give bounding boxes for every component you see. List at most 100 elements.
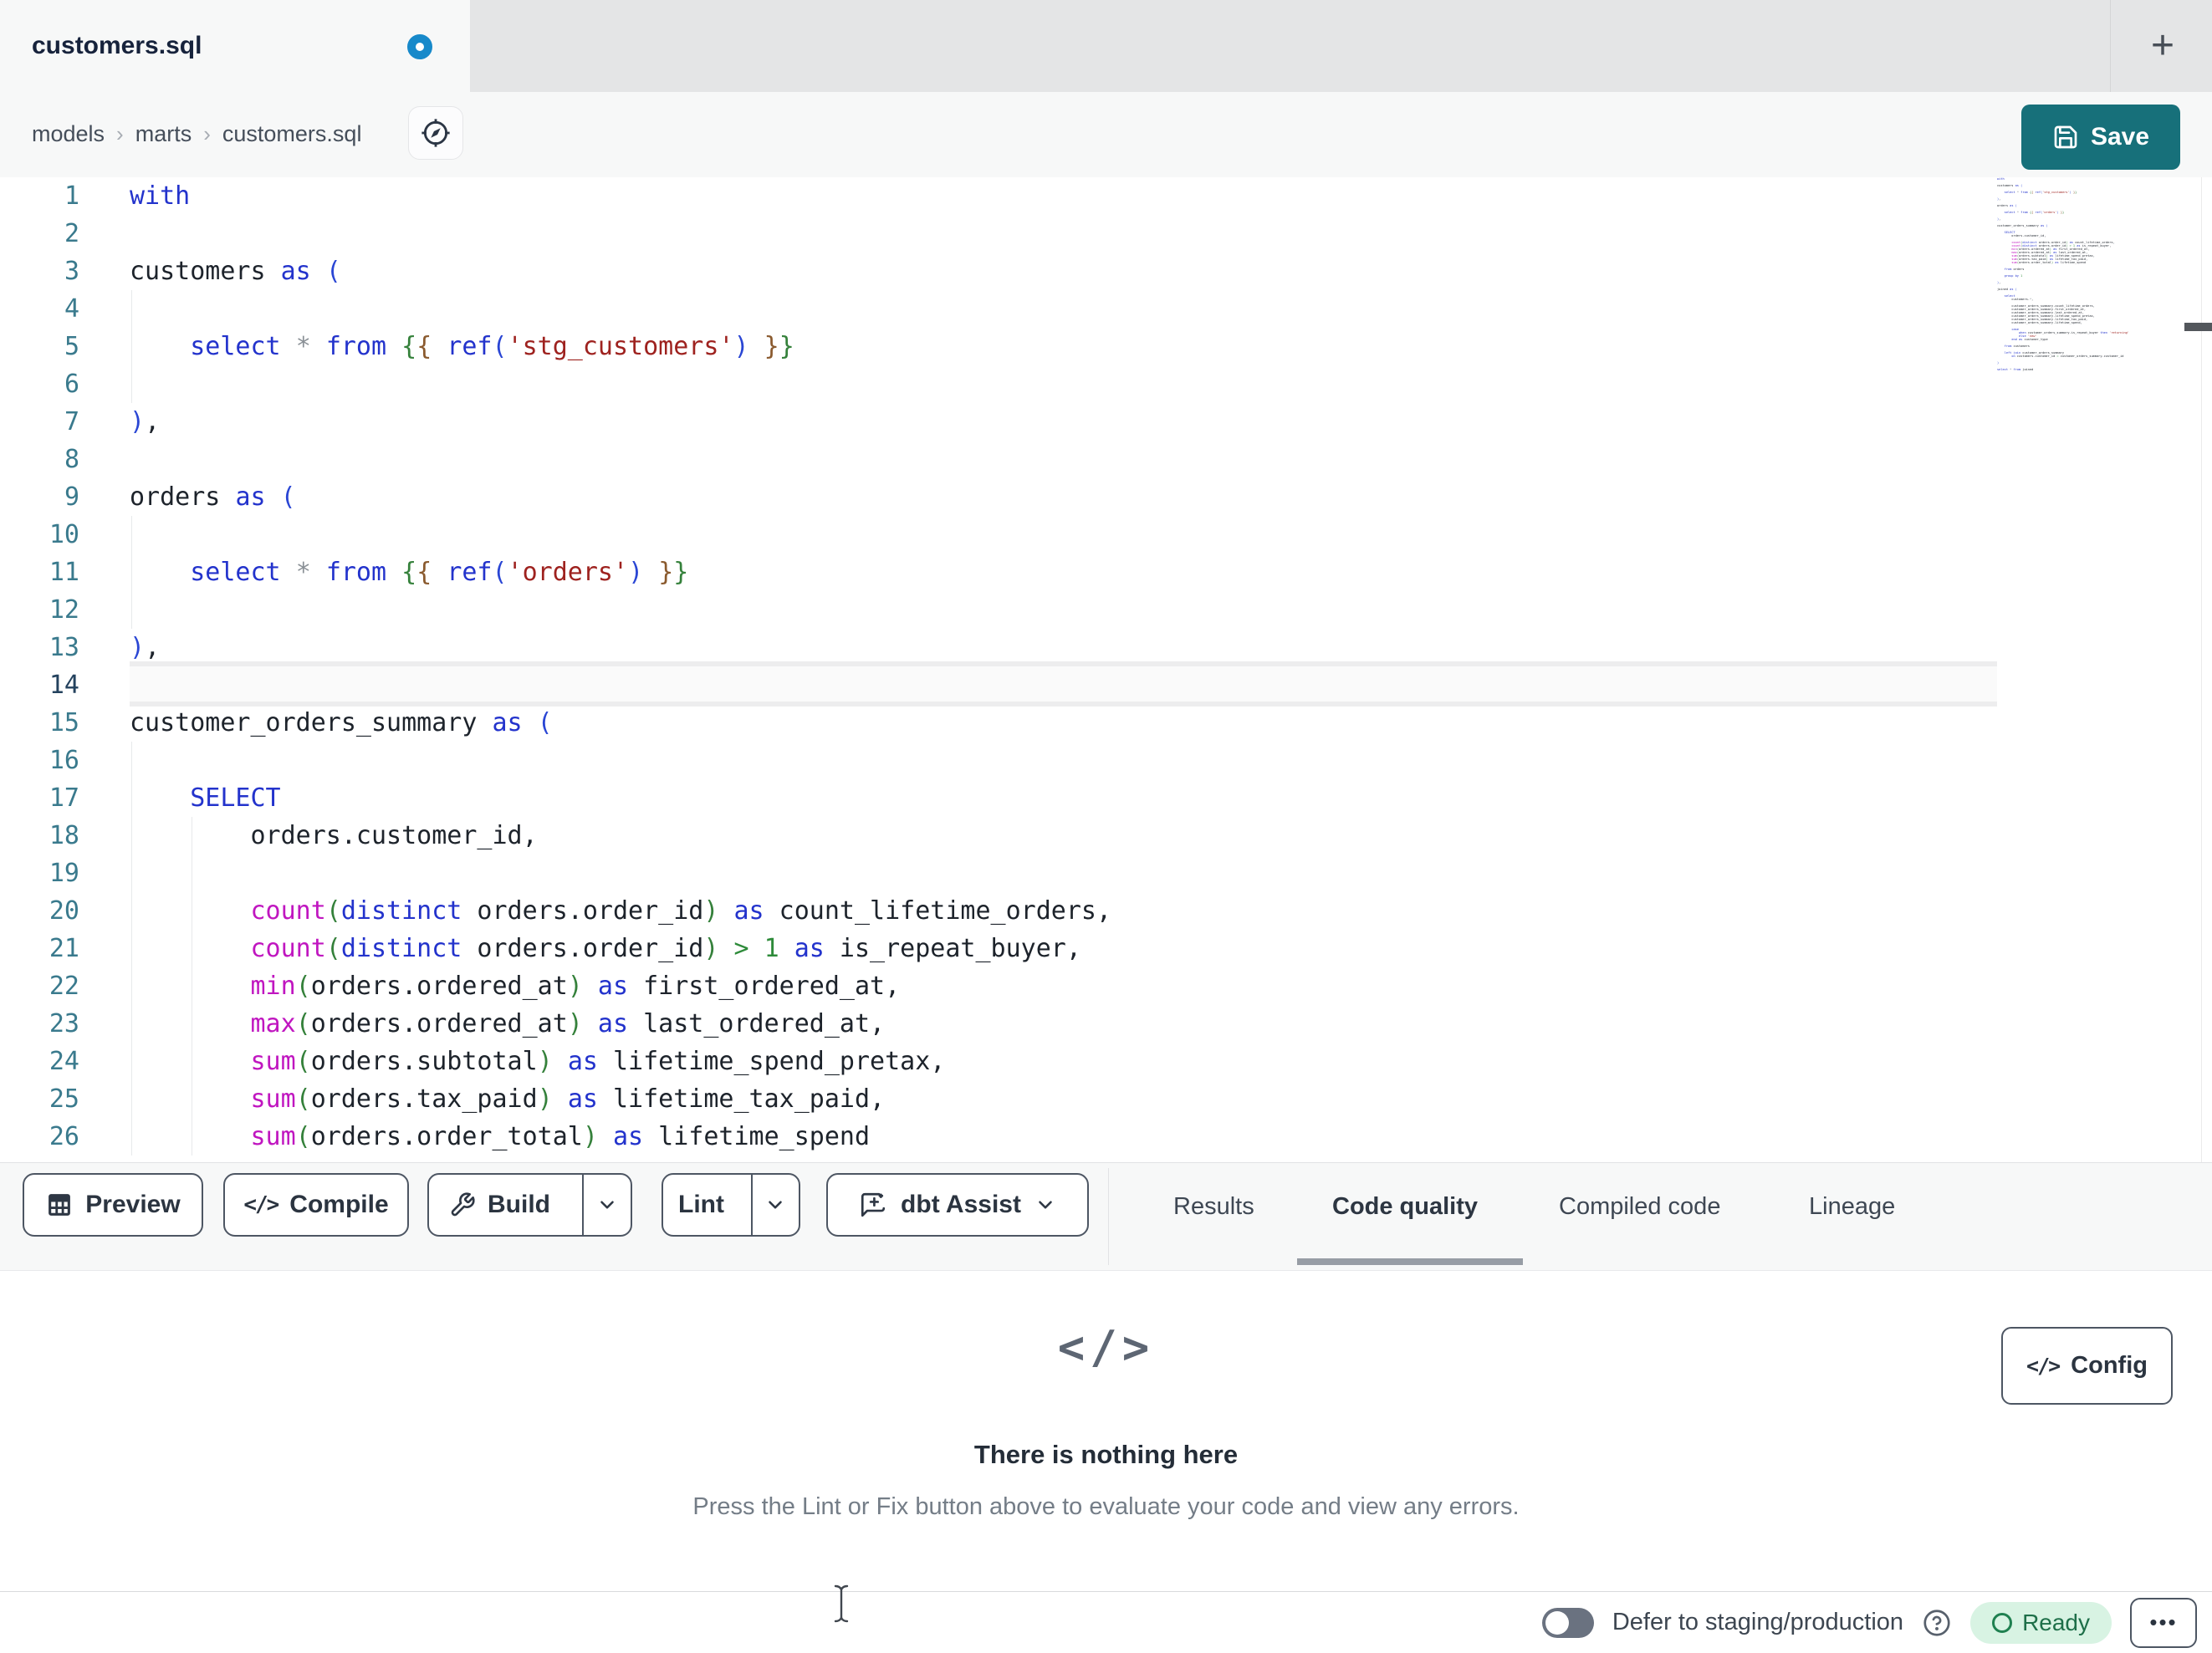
line-number: 22	[49, 972, 79, 1001]
lint-button[interactable]: Lint	[663, 1175, 739, 1235]
indent-guide	[131, 516, 132, 554]
code-line[interactable]: 7),	[0, 403, 2212, 441]
code-line[interactable]: 9 orders as (	[0, 478, 2212, 516]
code-line[interactable]: 26 sum(orders.order_total) as lifetime_s…	[0, 1118, 2212, 1156]
code-line[interactable]: 22 min(orders.ordered_at) as first_order…	[0, 967, 2212, 1005]
code-line[interactable]: 4	[0, 290, 2212, 328]
code-lines: 1 with 2 3 customers as (4 5 select * from {{…	[0, 177, 2212, 1162]
code-line[interactable]: 10	[0, 516, 2212, 554]
code-text: select * from {{ ref('stg_customers') }}	[190, 332, 794, 361]
indent-guide	[131, 1043, 132, 1080]
code-line[interactable]: 14	[0, 666, 2212, 704]
file-explore-button[interactable]	[408, 106, 463, 160]
compile-button[interactable]: </> Compile	[223, 1173, 409, 1237]
chevron-down-icon	[1034, 1194, 1056, 1216]
line-number: 17	[49, 783, 79, 813]
code-line[interactable]: 11 select * from {{ ref('orders') }}	[0, 554, 2212, 591]
new-tab-button[interactable]: +	[2134, 17, 2191, 75]
code-line[interactable]: 25 sum(orders.tax_paid) as lifetime_tax_…	[0, 1080, 2212, 1118]
code-text: ),	[130, 407, 161, 436]
scrollbar-thumb[interactable]	[2184, 323, 2212, 331]
breadcrumb-item-marts[interactable]: marts	[135, 121, 192, 147]
code-text: count(distinct orders.order_id) > 1 as i…	[250, 934, 1081, 963]
build-button[interactable]: Build	[429, 1175, 570, 1235]
code-line[interactable]: 24 sum(orders.subtotal) as lifetime_spen…	[0, 1043, 2212, 1080]
line-number: 7	[64, 407, 79, 436]
line-number: 6	[64, 370, 79, 399]
code-line[interactable]: 1 with	[0, 177, 2212, 215]
code-line[interactable]: 6	[0, 365, 2212, 403]
line-number: 25	[49, 1084, 79, 1114]
indent-guide	[131, 930, 132, 967]
build-dropdown-button[interactable]	[582, 1175, 631, 1235]
line-number: 16	[49, 746, 79, 775]
chevron-right-icon: ›	[116, 120, 124, 146]
line-number: 21	[49, 934, 79, 963]
minimap[interactable]: with customers as ( select * from {{ ref(…	[1997, 177, 2184, 1162]
code-line[interactable]: 17 SELECT	[0, 779, 2212, 817]
code-text: ),	[130, 633, 161, 662]
preview-button[interactable]: Preview	[23, 1173, 203, 1237]
indent-guide	[131, 1080, 132, 1118]
dbt-assist-button[interactable]: dbt Assist	[826, 1173, 1089, 1237]
line-number: 11	[49, 558, 79, 587]
text-cursor-pointer	[834, 1584, 849, 1623]
indent-guide	[131, 817, 132, 855]
code-line[interactable]: 3 customers as (	[0, 253, 2212, 290]
code-line[interactable]: 2	[0, 215, 2212, 253]
overflow-menu-button[interactable]: •••	[2130, 1597, 2197, 1648]
assistant-chat-icon	[859, 1191, 887, 1219]
code-line[interactable]: 5 select * from {{ ref('stg_customers') …	[0, 328, 2212, 365]
code-text: max(orders.ordered_at) as last_ordered_a…	[250, 1009, 886, 1038]
breadcrumb-item-models[interactable]: models	[32, 121, 105, 147]
lint-dropdown-button[interactable]	[750, 1175, 799, 1235]
line-number: 15	[49, 708, 79, 737]
code-editor[interactable]: 1 with 2 3 customers as (4 5 select * from {{…	[0, 177, 2212, 1162]
tab-code-quality[interactable]: Code quality	[1332, 1193, 1478, 1221]
build-button-label: Build	[488, 1191, 550, 1218]
code-line[interactable]: 27	[0, 1156, 2212, 1162]
code-line[interactable]: 12	[0, 591, 2212, 629]
code-line[interactable]: 16	[0, 742, 2212, 779]
indent-guide	[131, 742, 132, 779]
breadcrumb-item-file[interactable]: customers.sql	[222, 121, 362, 147]
code-line[interactable]: 19	[0, 855, 2212, 892]
line-number: 19	[49, 859, 79, 888]
save-button[interactable]: Save	[2021, 105, 2180, 170]
code-line[interactable]: 20 count(distinct orders.order_id) as co…	[0, 892, 2212, 930]
chevron-down-icon	[596, 1194, 618, 1216]
defer-toggle[interactable]	[1541, 1607, 1594, 1638]
code-line[interactable]: 15 customer_orders_summary as (	[0, 704, 2212, 742]
tab-results[interactable]: Results	[1173, 1193, 1254, 1221]
line-number: 23	[49, 1009, 79, 1038]
file-tab-title: customers.sql	[32, 32, 202, 59]
indent-guide	[131, 855, 132, 892]
compile-button-label: Compile	[289, 1191, 389, 1218]
code-line[interactable]: 18 orders.customer_id,	[0, 817, 2212, 855]
line-number: 3	[64, 257, 79, 286]
code-line[interactable]: 13),	[0, 629, 2212, 666]
indent-guide	[131, 1118, 132, 1156]
code-line[interactable]: 8	[0, 441, 2212, 478]
line-number: 26	[49, 1122, 79, 1151]
help-icon[interactable]	[1922, 1608, 1952, 1638]
tab-compiled-code[interactable]: Compiled code	[1559, 1193, 1720, 1221]
toolbar-tabs-divider	[1108, 1168, 1109, 1265]
code-line[interactable]: 23 max(orders.ordered_at) as last_ordere…	[0, 1005, 2212, 1043]
line-number: 8	[64, 445, 79, 474]
code-line[interactable]: 21 count(distinct orders.order_id) > 1 a…	[0, 930, 2212, 967]
status-badge[interactable]: Ready	[1970, 1601, 2112, 1644]
line-number: 24	[49, 1047, 79, 1076]
code-text: customer_orders_summary as (	[130, 708, 553, 737]
tab-lineage[interactable]: Lineage	[1809, 1193, 1895, 1221]
code-text: orders as (	[130, 482, 296, 512]
ready-label: Ready	[2022, 1609, 2090, 1635]
dbt-cloud-ide: customers.sql + models › marts › custome…	[0, 0, 2212, 1653]
wrench-icon	[449, 1191, 476, 1218]
ready-circle-icon	[1992, 1612, 2013, 1633]
file-tab[interactable]: customers.sql	[0, 0, 470, 92]
empty-state-subtitle: Press the Lint or Fix button above to ev…	[692, 1493, 1520, 1520]
line-number: 20	[49, 896, 79, 926]
code-text: sum(orders.order_total) as lifetime_spen…	[250, 1122, 871, 1151]
chevron-right-icon: ›	[203, 120, 211, 146]
